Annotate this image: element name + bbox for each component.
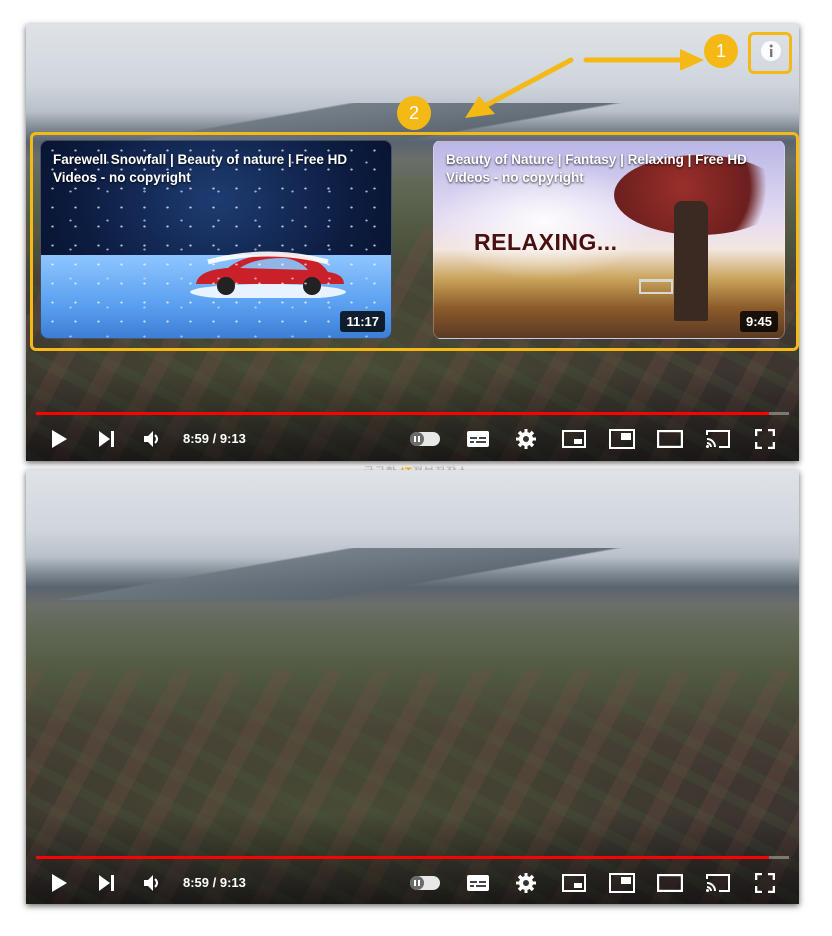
play-icon <box>52 430 67 448</box>
progress-played <box>36 856 770 859</box>
bench-icon <box>639 279 673 294</box>
volume-icon <box>144 431 158 447</box>
theater-icon <box>609 873 635 893</box>
progress-played <box>36 412 770 415</box>
autoplay-toggle[interactable] <box>410 432 440 446</box>
time-display: 8:59 / 9:13 <box>183 431 246 446</box>
theater-icon <box>609 429 635 449</box>
end-card-1[interactable]: Farewell Snowfall | Beauty of nature | F… <box>40 140 392 339</box>
annotation-badge-1: 1 <box>704 34 738 68</box>
settings-button[interactable] <box>514 419 538 459</box>
settings-button[interactable] <box>514 863 538 903</box>
play-button[interactable] <box>46 419 72 459</box>
time-display: 8:59 / 9:13 <box>183 875 246 890</box>
next-button[interactable] <box>94 863 120 903</box>
settings-icon <box>516 429 536 449</box>
duration-badge: 9:45 <box>739 311 778 332</box>
video-player-top[interactable]: 1 2 Farewell Snowfall | Beauty of nature… <box>26 24 799 461</box>
miniplayer-icon <box>562 430 586 448</box>
fullscreen-button[interactable] <box>752 863 778 903</box>
fullscreen-icon <box>755 873 775 893</box>
subtitles-icon <box>467 875 489 891</box>
cast-icon <box>706 874 730 892</box>
fullscreen-window-icon <box>657 430 683 448</box>
annotation-badge-2: 2 <box>397 96 431 130</box>
fullscreen-icon <box>755 429 775 449</box>
window-mode-button[interactable] <box>656 419 684 459</box>
autoplay-toggle[interactable] <box>410 876 440 890</box>
mountain-range <box>26 548 799 601</box>
arrow-down-left-icon <box>465 57 574 118</box>
subtitles-button[interactable] <box>466 863 490 903</box>
progress-bar[interactable] <box>36 856 789 859</box>
end-card-2[interactable]: RELAXING... Beauty of Nature | Fantasy |… <box>433 140 785 339</box>
subtitles-icon <box>467 431 489 447</box>
mute-button[interactable] <box>140 863 164 903</box>
next-button[interactable] <box>94 419 120 459</box>
theater-button[interactable] <box>608 419 636 459</box>
control-bar: 8:59 / 9:13 <box>26 419 799 459</box>
info-icon <box>761 41 781 61</box>
window-mode-button[interactable] <box>656 863 684 903</box>
next-icon <box>99 431 114 447</box>
cast-button[interactable] <box>704 863 732 903</box>
fullscreen-window-icon <box>657 874 683 892</box>
theater-button[interactable] <box>608 863 636 903</box>
miniplayer-icon <box>562 874 586 892</box>
pause-icon <box>410 432 424 446</box>
tree-trunk <box>674 201 708 321</box>
cast-button[interactable] <box>704 419 732 459</box>
progress-bar[interactable] <box>36 412 789 415</box>
duration-badge: 11:17 <box>340 311 385 332</box>
fullscreen-button[interactable] <box>752 419 778 459</box>
control-bar: 8:59 / 9:13 <box>26 863 799 903</box>
play-button[interactable] <box>46 863 72 903</box>
video-player-bottom[interactable]: 8:59 / 9:13 <box>26 470 799 904</box>
subtitles-button[interactable] <box>466 419 490 459</box>
end-card-title: Beauty of Nature | Fantasy | Relaxing | … <box>446 152 747 185</box>
settings-icon <box>516 873 536 893</box>
mute-button[interactable] <box>140 419 164 459</box>
miniplayer-button[interactable] <box>561 419 587 459</box>
arrow-right-icon <box>583 49 704 70</box>
info-button[interactable] <box>753 33 789 69</box>
thumbnail-overlay-text: RELAXING... <box>474 229 618 255</box>
next-icon <box>99 875 114 891</box>
miniplayer-button[interactable] <box>561 863 587 903</box>
volume-icon <box>144 875 158 891</box>
pause-icon <box>410 876 424 890</box>
end-card-title: Farewell Snowfall | Beauty of nature | F… <box>53 152 348 185</box>
cast-icon <box>706 430 730 448</box>
play-icon <box>52 874 67 892</box>
